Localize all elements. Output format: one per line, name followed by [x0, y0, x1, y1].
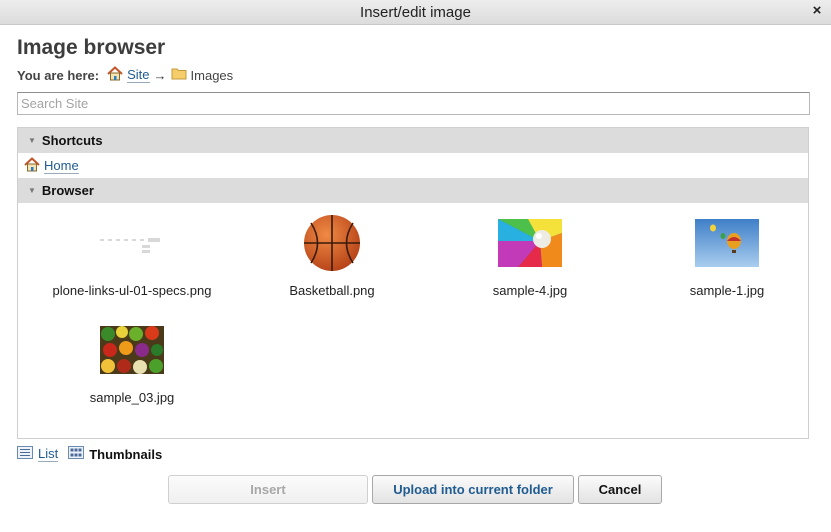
specs-diagram-thumbnail [32, 209, 232, 277]
thumbnail-caption: plone-links-ul-01-specs.png [52, 283, 212, 298]
thumbnail-item[interactable]: sample-1.jpg [627, 209, 827, 298]
search-input[interactable] [17, 92, 810, 115]
thumbnail-caption: sample-4.jpg [492, 283, 568, 298]
browser-header[interactable]: ▼ Browser [18, 178, 808, 203]
close-icon[interactable]: × [809, 3, 825, 19]
breadcrumb-lead: You are here: [17, 67, 100, 83]
balloons-sky-thumbnail [627, 209, 827, 277]
breadcrumb-current: Images [190, 67, 234, 83]
home-icon [107, 66, 123, 84]
upload-button[interactable]: Upload into current folder [372, 475, 574, 504]
cancel-button[interactable]: Cancel [578, 475, 662, 504]
thumbnail-item[interactable]: sample_03.jpg [32, 316, 232, 405]
breadcrumb-separator: → [153, 67, 167, 83]
thumbnail-item[interactable]: sample-4.jpg [430, 209, 630, 298]
shortcut-home-link[interactable]: Home [44, 158, 79, 174]
home-icon [24, 156, 40, 175]
thumbnails-view-label[interactable]: Thumbnails [89, 447, 162, 462]
thumbnail-item[interactable]: Basketball.png [232, 209, 432, 298]
thumbnail-caption: Basketball.png [289, 283, 375, 298]
breadcrumb-site-link[interactable]: Site [127, 67, 150, 83]
basketball-thumbnail [232, 209, 432, 277]
thumbnail-grid: plone-links-ul-01-specs.png Basketball.p [18, 203, 808, 439]
shortcuts-header[interactable]: ▼ Shortcuts [18, 128, 808, 153]
folder-icon [171, 67, 187, 83]
dialog-title: Insert/edit image [360, 4, 471, 21]
dialog-titlebar: Insert/edit image × [0, 0, 831, 25]
list-view-link[interactable]: List [38, 446, 59, 462]
view-mode-switcher: List Thumbnails [17, 446, 162, 462]
collapse-triangle-icon: ▼ [28, 186, 36, 195]
browser-title: Browser [41, 183, 94, 198]
color-swirl-thumbnail [430, 209, 630, 277]
thumbnail-caption: sample-1.jpg [689, 283, 765, 298]
collapse-triangle-icon: ▼ [28, 136, 36, 145]
shortcut-item-home: Home [18, 153, 808, 178]
thumbnail-item[interactable]: plone-links-ul-01-specs.png [32, 209, 232, 298]
browser-panel: ▼ Shortcuts Home ▼ Browser plone-links-u… [17, 127, 809, 439]
page-title: Image browser [17, 36, 166, 59]
thumbnail-caption: sample_03.jpg [89, 390, 175, 405]
thumbnails-view-icon [68, 446, 85, 462]
vegetables-thumbnail [32, 316, 232, 384]
list-view-icon [17, 446, 33, 462]
insert-button[interactable]: Insert [168, 475, 368, 504]
shortcuts-title: Shortcuts [41, 133, 103, 148]
breadcrumb: You are here: Site → Images [17, 66, 233, 84]
